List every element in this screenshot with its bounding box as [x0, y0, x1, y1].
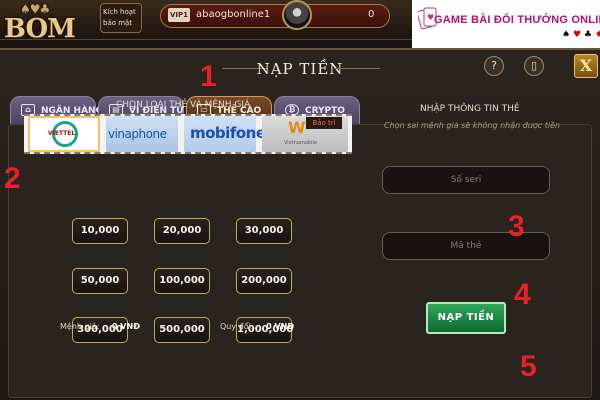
amount-button[interactable]: 30,000	[236, 218, 292, 244]
vip-badge: VIP1	[168, 8, 190, 22]
converted-label: Quy đổi:	[220, 322, 254, 331]
watermark-title: GAME BÀI ĐỔI THƯỞNG ONLINE	[434, 14, 600, 26]
avatar[interactable]	[282, 0, 312, 30]
logo-text: BOM	[4, 14, 76, 44]
amount-button[interactable]: 50,000	[72, 268, 128, 294]
carrier-vietnamobile[interactable]: W Vietnamobile Bảo trì	[262, 116, 348, 152]
history-button[interactable]: ▯	[524, 56, 544, 76]
vietnamobile-logo: W	[288, 118, 306, 137]
watermark-banner: ♥ GAME BÀI ĐỔI THƯỞNG ONLINE ♠ ♥ ♣ ♦	[412, 0, 600, 48]
wrong-value-hint: Chọn sai mệnh giá sẽ không nhận được tiề…	[384, 121, 561, 130]
face-value: 0 VNĐ	[111, 322, 140, 331]
spade-icon: ♠	[562, 30, 571, 40]
amount-button[interactable]: 500,000	[154, 317, 210, 343]
face-value-label: Mệnh giá:	[60, 322, 100, 331]
maintenance-badge: Bảo trì	[306, 117, 342, 129]
username: abaogbonline1	[196, 9, 271, 20]
suits-icon: ♠ ♥ ♣ ♦	[562, 30, 600, 40]
amount-button[interactable]: 10,000	[72, 218, 128, 244]
title-divider	[334, 68, 380, 69]
amount-button[interactable]: 20,000	[154, 218, 210, 244]
converted-value-summary: Quy đổi: 0 VNĐ	[220, 322, 294, 331]
face-value-summary: Mệnh giá: 0 VNĐ	[60, 322, 140, 331]
carrier-vinaphone[interactable]: vinaphone	[106, 116, 178, 152]
deposit-submit-button[interactable]: NẠP TIỀN	[426, 302, 506, 334]
history-icon: ▯	[530, 59, 538, 72]
carrier-label: vinaphone	[108, 127, 167, 141]
carrier-viettel[interactable]: VIETTEL	[28, 116, 100, 152]
carrier-label: mobifone	[190, 124, 266, 142]
annotation-number: 2	[4, 162, 21, 195]
carrier-mobifone[interactable]: mobifone	[184, 116, 266, 152]
annotation-number: 1	[200, 60, 217, 93]
annotation-number: 5	[520, 350, 537, 383]
game-logo: ♠♥♣ BOM	[2, 2, 76, 50]
amount-button[interactable]: 100,000	[154, 268, 210, 294]
serial-input[interactable]: Số seri	[382, 166, 550, 194]
heart-icon: ♥	[572, 30, 582, 40]
activate-security-button[interactable]: Kích hoạt bảo mật	[100, 3, 142, 33]
carrier-label: VIETTEL	[48, 130, 76, 137]
annotation-number: 3	[508, 210, 525, 243]
help-button[interactable]: ?	[484, 56, 504, 76]
amount-button[interactable]: 200,000	[236, 268, 292, 294]
card-info-title: NHẬP THÔNG TIN THẺ	[420, 104, 520, 114]
close-button[interactable]: X	[574, 54, 598, 78]
balance: 0	[368, 9, 375, 20]
converted-value: 0 VNĐ	[266, 322, 295, 331]
diamond-icon: ♦	[594, 30, 600, 40]
user-info-bar	[160, 4, 390, 28]
carrier-label: Vietnamobile	[284, 140, 317, 146]
dialog-title: NẠP TIỀN	[256, 60, 344, 78]
card-code-input[interactable]: Mã thẻ	[382, 232, 550, 260]
annotation-number: 4	[514, 278, 531, 311]
select-card-title: CHỌN LOẠI THẺ VÀ MỆNH GIÁ	[116, 100, 251, 110]
club-icon: ♣	[583, 30, 592, 40]
